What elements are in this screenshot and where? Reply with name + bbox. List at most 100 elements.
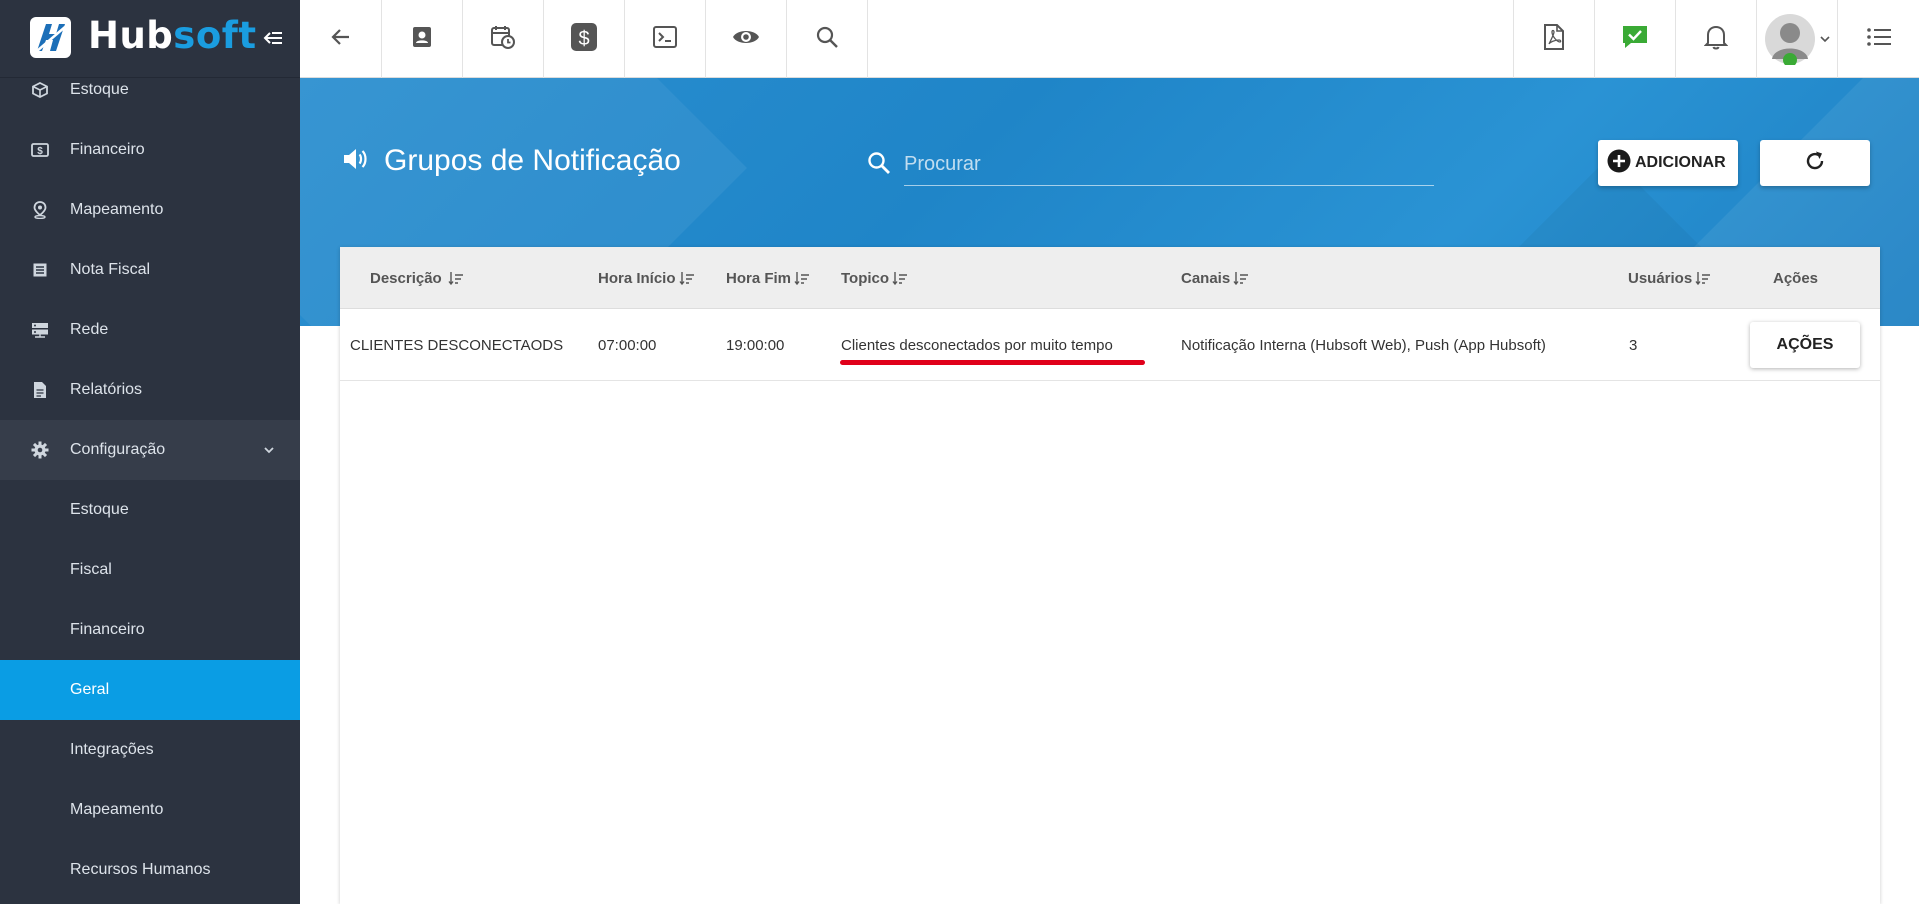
refresh-button[interactable] bbox=[1760, 140, 1870, 186]
sidebar-subitem-label: Mapeamento bbox=[70, 801, 164, 818]
collapse-sidebar-icon[interactable] bbox=[262, 27, 284, 49]
cell-descricao: CLIENTES DESCONECTAODS bbox=[350, 336, 564, 354]
column-header-hora-inicio[interactable]: Hora Início bbox=[598, 247, 695, 309]
cell-hora-inicio: 07:00:00 bbox=[598, 336, 657, 354]
sidebar-item-configuracao[interactable]: Configuração bbox=[0, 420, 300, 480]
column-header-label: Canais bbox=[1181, 269, 1231, 287]
sidebar-item-mapeamento[interactable]: Mapeamento bbox=[0, 180, 300, 240]
refresh-icon bbox=[1803, 149, 1827, 178]
bell-icon bbox=[1703, 24, 1729, 55]
add-button[interactable]: ADICIONAR bbox=[1598, 140, 1738, 186]
sidebar-subitem-label: Recursos Humanos bbox=[70, 861, 211, 878]
notifications-button[interactable] bbox=[1675, 0, 1756, 78]
sidebar-item-label: Mapeamento bbox=[70, 201, 164, 218]
hubsoft-logo[interactable] bbox=[30, 17, 71, 58]
map-pin-icon bbox=[30, 200, 50, 220]
sidebar-item-label: Configuração bbox=[70, 441, 166, 458]
report-icon bbox=[30, 380, 50, 400]
search-icon bbox=[815, 25, 839, 54]
column-header-label: Ações bbox=[1773, 269, 1819, 287]
sort-icon bbox=[794, 271, 810, 285]
cell-canais: Notificação Interna (Hubsoft Web), Push … bbox=[1181, 336, 1546, 354]
sidebar-item-label: Nota Fiscal bbox=[70, 261, 151, 278]
column-header-descricao[interactable]: Descrição bbox=[370, 247, 464, 309]
menu-button[interactable] bbox=[1837, 0, 1919, 78]
sort-icon bbox=[1695, 271, 1711, 285]
page-title: Grupos de Notificação bbox=[384, 144, 681, 177]
sidebar-subitem-integracoes[interactable]: Integrações bbox=[0, 720, 300, 780]
column-header-canais[interactable]: Canais bbox=[1181, 247, 1249, 309]
sidebar-item-nota-fiscal[interactable]: Nota Fiscal bbox=[0, 240, 300, 300]
calendar-clock-icon bbox=[490, 24, 516, 55]
sidebar-item-label: Estoque bbox=[70, 81, 129, 98]
column-header-label: Descrição bbox=[370, 269, 442, 287]
view-button[interactable] bbox=[706, 0, 787, 78]
speaker-icon bbox=[342, 146, 370, 177]
column-header-topico[interactable]: Topico bbox=[841, 247, 908, 309]
sidebar-subitem-mapeamento[interactable]: Mapeamento bbox=[0, 780, 300, 840]
table-row[interactable]: CLIENTES DESCONECTAODS 07:00:00 19:00:00… bbox=[340, 309, 1880, 381]
sidebar-item-rede[interactable]: Rede bbox=[0, 300, 300, 360]
sidebar-subitem-label: Estoque bbox=[70, 501, 129, 518]
schedule-button[interactable] bbox=[463, 0, 544, 78]
plus-circle-icon bbox=[1607, 149, 1631, 178]
sidebar-nav: Estoque $ Financeiro Mapeamento Nota Fis… bbox=[0, 60, 300, 900]
search-icon bbox=[866, 150, 892, 176]
chat-check-icon bbox=[1621, 24, 1649, 55]
sort-icon bbox=[448, 271, 464, 285]
sidebar-item-label: Rede bbox=[70, 321, 109, 338]
chevron-down-icon bbox=[262, 443, 276, 457]
page-title-group: Grupos de Notificação bbox=[342, 144, 681, 178]
contact-card-icon bbox=[410, 25, 434, 54]
sidebar-subitem-recursos-humanos[interactable]: Recursos Humanos bbox=[0, 840, 300, 900]
money-icon: $ bbox=[30, 140, 50, 160]
sort-icon bbox=[1233, 271, 1249, 285]
messages-button[interactable] bbox=[1594, 0, 1675, 78]
contacts-button[interactable] bbox=[382, 0, 463, 78]
cell-usuarios: 3 bbox=[1629, 336, 1638, 354]
actions-button[interactable]: AÇÕES bbox=[1750, 322, 1860, 368]
column-header-hora-fim[interactable]: Hora Fim bbox=[726, 247, 810, 309]
sidebar-subitem-geral[interactable]: Geral bbox=[0, 660, 300, 720]
sort-icon bbox=[892, 271, 908, 285]
invoice-icon bbox=[30, 260, 50, 280]
sidebar-subitem-label: Financeiro bbox=[70, 621, 145, 638]
column-header-usuarios[interactable]: Usuários bbox=[1628, 247, 1711, 309]
sort-icon bbox=[678, 271, 695, 285]
pdf-button[interactable] bbox=[1513, 0, 1594, 78]
sidebar-subitem-label: Fiscal bbox=[70, 561, 112, 578]
svg-text:$: $ bbox=[37, 146, 43, 157]
sidebar-subitem-financeiro[interactable]: Financeiro bbox=[0, 600, 300, 660]
sidebar-subitem-label: Geral bbox=[70, 681, 110, 698]
user-menu[interactable] bbox=[1756, 0, 1837, 78]
sidebar: Estoque $ Financeiro Mapeamento Nota Fis… bbox=[0, 0, 300, 904]
dollar-icon: $ bbox=[570, 22, 598, 57]
back-button[interactable] bbox=[300, 0, 382, 78]
sidebar-item-label: Relatórios bbox=[70, 381, 143, 398]
sidebar-subitem-label: Integrações bbox=[70, 741, 154, 758]
sidebar-subitem-estoque[interactable]: Estoque bbox=[0, 480, 300, 540]
back-arrow-icon bbox=[329, 25, 353, 54]
search-button[interactable] bbox=[787, 0, 868, 78]
user-avatar bbox=[1764, 13, 1816, 67]
column-header-acoes: Ações bbox=[1773, 247, 1818, 309]
brand-name-part1: Hub bbox=[88, 14, 174, 57]
notification-groups-table: Descrição Hora Início Hora Fim Topico Ca… bbox=[340, 247, 1880, 904]
column-header-label: Hora Início bbox=[598, 269, 676, 287]
svg-text:$: $ bbox=[578, 28, 589, 50]
sidebar-item-relatorios[interactable]: Relatórios bbox=[0, 360, 300, 420]
column-header-label: Hora Fim bbox=[726, 269, 792, 287]
financial-button[interactable]: $ bbox=[544, 0, 625, 78]
eye-icon bbox=[732, 27, 760, 52]
sidebar-item-label: Financeiro bbox=[70, 141, 145, 158]
top-bar: $ bbox=[300, 0, 1919, 78]
column-header-label: Topico bbox=[841, 269, 890, 287]
sidebar-subitem-fiscal[interactable]: Fiscal bbox=[0, 540, 300, 600]
terminal-button[interactable] bbox=[625, 0, 706, 78]
sidebar-item-financeiro[interactable]: $ Financeiro bbox=[0, 120, 300, 180]
highlight-underline bbox=[840, 360, 1145, 365]
gear-icon bbox=[30, 440, 50, 460]
search-bar bbox=[866, 144, 1436, 188]
brand-name-part2: soft bbox=[173, 14, 257, 57]
search-input[interactable] bbox=[904, 144, 1434, 186]
